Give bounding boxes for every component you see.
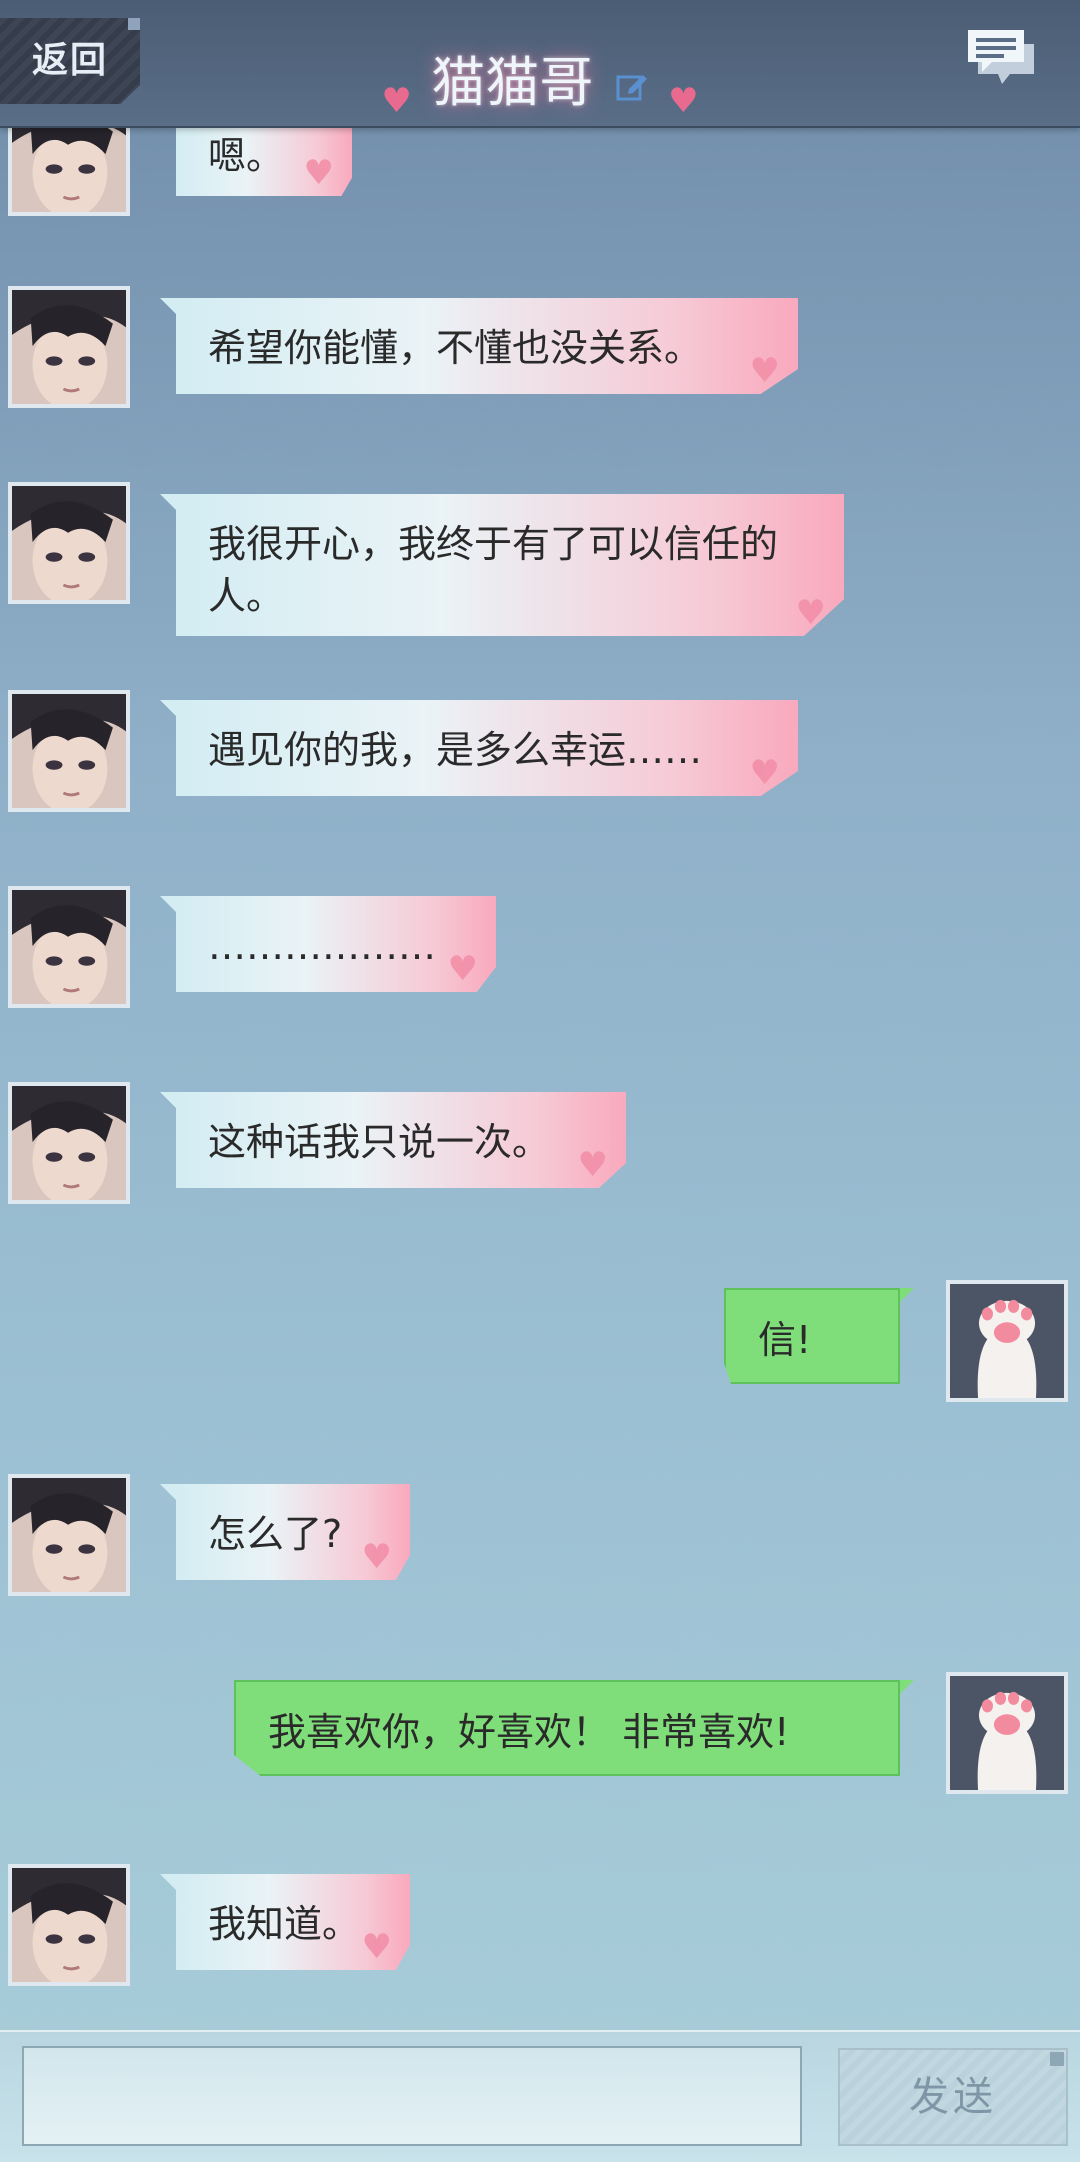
- contact-name-title[interactable]: ♥ 猫猫哥 ♥: [379, 38, 700, 128]
- bubble-tail: [160, 1092, 176, 1108]
- character-avatar[interactable]: [8, 1082, 130, 1204]
- message-text: 嗯。: [208, 134, 285, 178]
- character-portrait-icon: [12, 290, 126, 404]
- heart-icon: ♥: [447, 949, 478, 989]
- bubble-tail: [898, 1288, 914, 1304]
- message-bubble[interactable]: 信!: [724, 1288, 900, 1384]
- message-text: 信!: [758, 1318, 812, 1362]
- heart-icon: ♥: [381, 81, 412, 121]
- contact-name: 猫猫哥: [431, 51, 594, 114]
- message-bubble[interactable]: 怎么了? ♥: [176, 1484, 410, 1580]
- message-text: ………………: [208, 924, 436, 968]
- character-avatar[interactable]: [8, 1864, 130, 1986]
- message-text: 我知道。: [208, 1902, 361, 1946]
- character-portrait-icon: [12, 694, 126, 808]
- heart-icon: ♥: [749, 753, 780, 793]
- character-avatar[interactable]: [8, 286, 130, 408]
- bubble-tail: [160, 494, 176, 510]
- message-input-bar: 发送: [0, 2030, 1080, 2162]
- bubble-tail: [160, 896, 176, 912]
- user-avatar[interactable]: [946, 1280, 1068, 1402]
- message-bubble[interactable]: 我很开心，我终于有了可以信任的人。 ♥: [176, 494, 844, 636]
- character-portrait-icon: [12, 1478, 126, 1592]
- character-avatar[interactable]: [8, 886, 130, 1008]
- heart-icon: ♥: [361, 1927, 392, 1967]
- back-button-corner: [128, 18, 140, 30]
- chat-header: 返回 ♥ 猫猫哥 ♥: [0, 0, 1080, 128]
- character-portrait-icon: [12, 890, 126, 1004]
- message-text: 我很开心，我终于有了可以信任的人。: [208, 522, 779, 618]
- send-button[interactable]: 发送: [838, 2048, 1068, 2146]
- heart-icon: ♥: [668, 81, 699, 121]
- message-text: 我喜欢你，好喜欢！ 非常喜欢!: [268, 1710, 790, 1754]
- character-avatar[interactable]: [8, 690, 130, 812]
- message-bubble[interactable]: 嗯。 ♥: [176, 126, 352, 196]
- message-input[interactable]: [22, 2046, 802, 2146]
- bubble-tail: [160, 1484, 176, 1500]
- message-bubble[interactable]: ……………… ♥: [176, 896, 496, 992]
- cat-paw-icon: [950, 1676, 1064, 1790]
- title-area: ♥ 猫猫哥 ♥: [0, 38, 1080, 128]
- message-text: 这种话我只说一次。: [208, 1120, 551, 1164]
- message-bubble[interactable]: 我知道。 ♥: [176, 1874, 410, 1970]
- bubble-tail: [160, 700, 176, 716]
- heart-icon: ♥: [795, 593, 826, 633]
- character-portrait-icon: [12, 1086, 126, 1200]
- character-avatar[interactable]: [8, 1474, 130, 1596]
- message-text: 怎么了?: [208, 1512, 343, 1556]
- send-button-label: 发送: [909, 2074, 997, 2120]
- message-bubble[interactable]: 希望你能懂，不懂也没关系。 ♥: [176, 298, 798, 394]
- cat-paw-icon: [950, 1284, 1064, 1398]
- character-portrait-icon: [12, 486, 126, 600]
- bubble-tail: [160, 298, 176, 314]
- heart-icon: ♥: [361, 1537, 392, 1577]
- message-text: 希望你能懂，不懂也没关系。: [208, 326, 703, 370]
- heart-icon: ♥: [303, 153, 334, 193]
- edit-icon[interactable]: [615, 69, 649, 103]
- bubble-tail: [160, 1874, 176, 1890]
- message-bubble[interactable]: 这种话我只说一次。 ♥: [176, 1092, 626, 1188]
- heart-icon: ♥: [749, 351, 780, 391]
- character-portrait-icon: [12, 1868, 126, 1982]
- message-bubble[interactable]: 我喜欢你，好喜欢！ 非常喜欢!: [234, 1680, 900, 1776]
- send-button-corner: [1050, 2052, 1064, 2066]
- message-bubble[interactable]: 遇见你的我，是多么幸运…… ♥: [176, 700, 798, 796]
- heart-icon: ♥: [577, 1145, 608, 1185]
- character-avatar[interactable]: [8, 482, 130, 604]
- bubble-tail: [898, 1680, 914, 1696]
- message-text: 遇见你的我，是多么幸运……: [208, 728, 703, 772]
- chat-list-icon[interactable]: [964, 26, 1040, 90]
- user-avatar[interactable]: [946, 1672, 1068, 1794]
